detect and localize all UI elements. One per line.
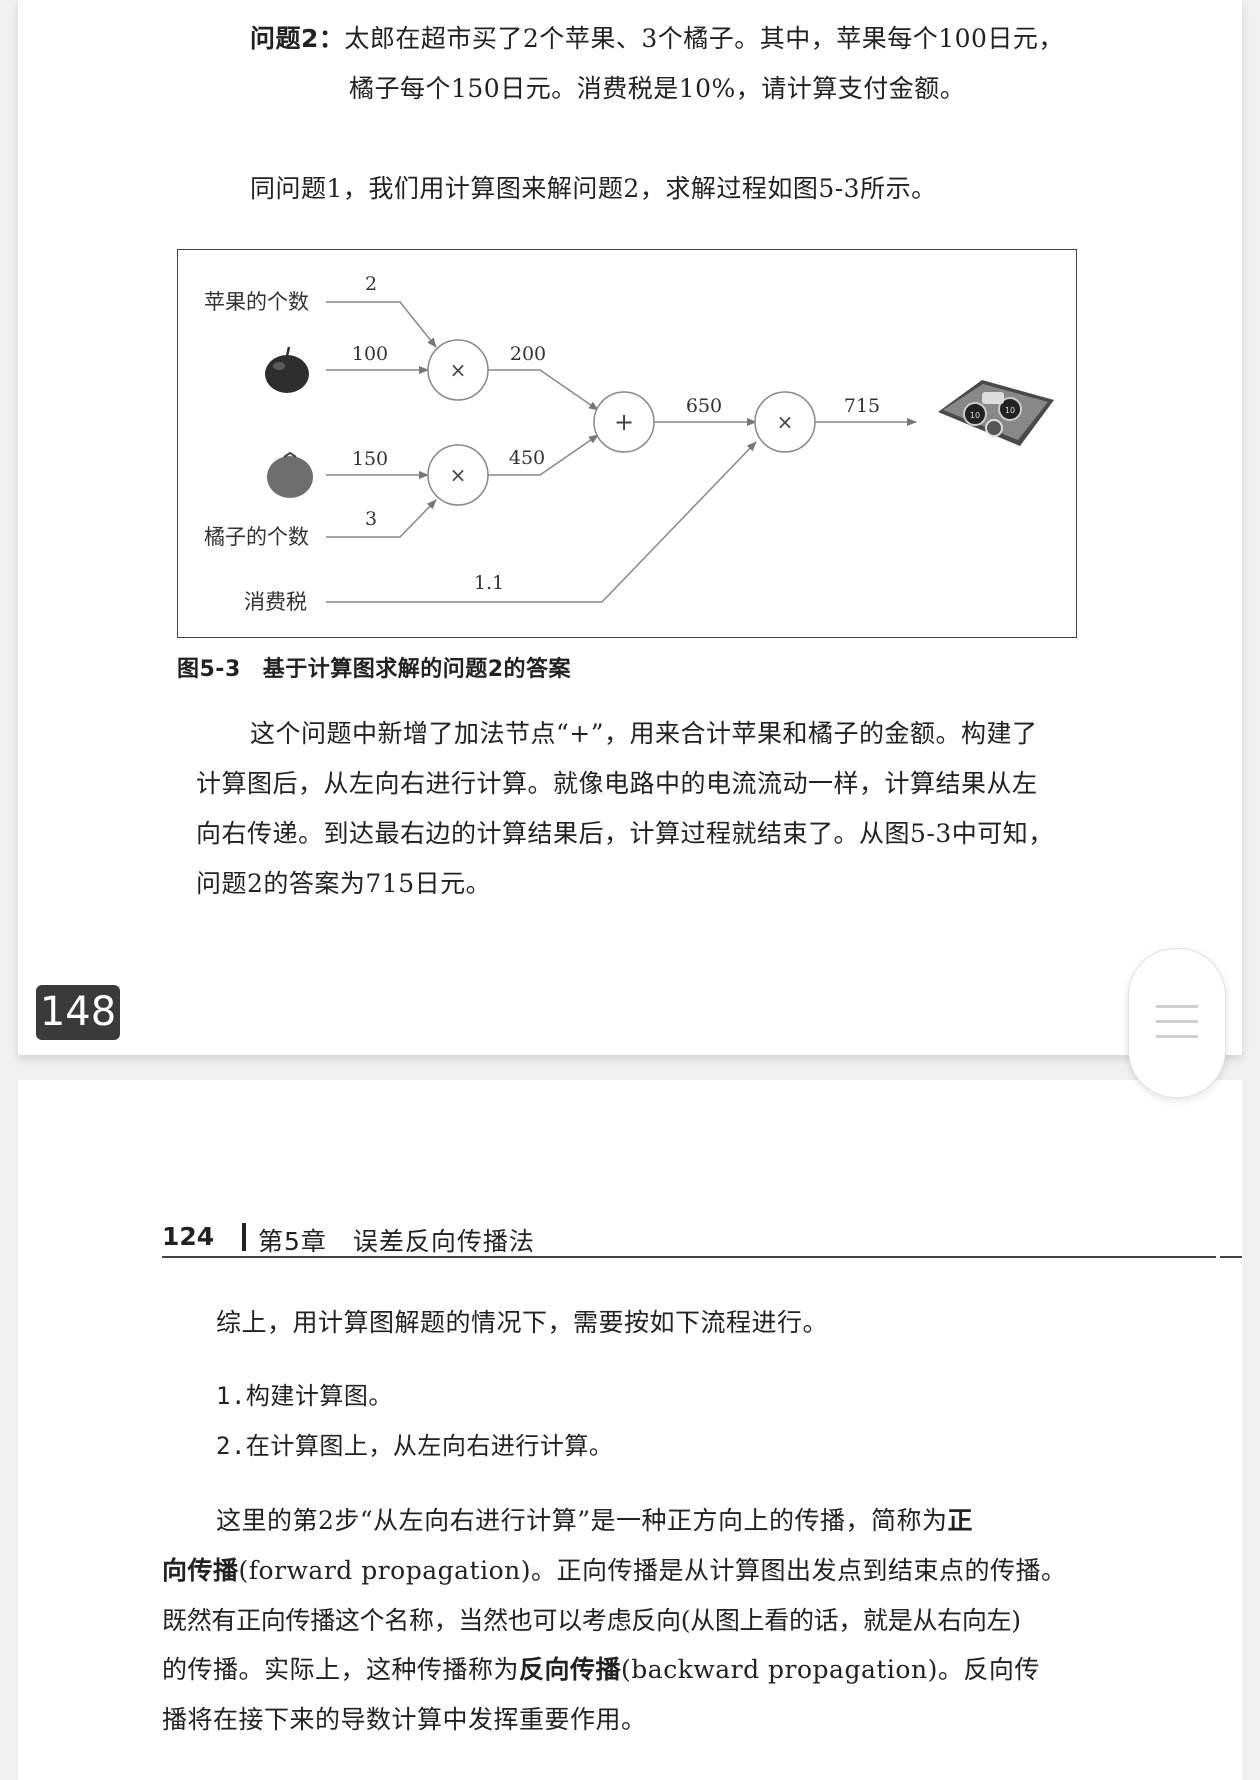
value-total: 715	[844, 395, 880, 417]
p1-line-5: 播将在接下来的导数计算中发挥重要作用。	[162, 1705, 647, 1734]
header-rule-end	[1220, 1256, 1242, 1258]
computational-graph-figure: × × + × 2 100 200 150 450 3 1.1 650 715 …	[177, 249, 1077, 638]
mul-symbol-3: ×	[777, 410, 794, 434]
header-chapter-title: 第5章 误差反向传播法	[258, 1227, 535, 1256]
summary-text: 综上，用计算图解题的情况下，需要按如下流程进行。	[216, 1308, 829, 1337]
header-rule	[162, 1256, 1216, 1258]
question-label: 问题2：	[250, 24, 345, 53]
menu-icon-bar	[1156, 1020, 1198, 1023]
p1-text-2: (forward propagation)。正向传播是从计算图出发点到结束点的传…	[238, 1556, 1067, 1585]
p1-text-4b: (backward propagation)。反向传	[621, 1655, 1040, 1684]
orange-icon	[267, 451, 313, 498]
question-text-1: 太郎在超市买了2个苹果、3个橘子。其中，苹果每个100日元，	[344, 24, 1064, 53]
value-orange-subtotal: 450	[509, 447, 545, 469]
computational-graph: × × + × 2 100 200 150 450 3 1.1 650 715 …	[204, 273, 1054, 614]
mul-symbol-1: ×	[450, 358, 467, 382]
label-orange-count: 橘子的个数	[204, 525, 309, 549]
menu-icon-bar	[1156, 1005, 1198, 1008]
caption-number: 图5-3	[177, 657, 241, 682]
page-number-badge[interactable]: 148	[36, 985, 120, 1040]
step-2: 2.在计算图上，从左向右进行计算。	[216, 1432, 614, 1460]
p1-bold-1: 正	[947, 1506, 973, 1535]
para-line-1: 这个问题中新增了加法节点“+”，用来合计苹果和橘子的金额。构建了	[250, 719, 1038, 748]
figure-caption: 图5-3 基于计算图求解的问题2的答案	[177, 651, 571, 683]
p1-bold-4: 反向传播	[519, 1655, 622, 1684]
value-apple-count: 2	[365, 273, 377, 295]
step-1: 1.构建计算图。	[216, 1382, 393, 1410]
caption-text: 基于计算图求解的问题2的答案	[262, 657, 572, 682]
p1-line-1: 这里的第2步“从左向右进行计算”是一种正方向上的传播，简称为正	[216, 1506, 973, 1536]
question-line-2: 橘子每个150日元。消费税是10%，请计算支付金额。	[349, 74, 966, 103]
label-apple-count: 苹果的个数	[204, 290, 309, 314]
running-header: 124 第5章 误差反向传播法	[162, 1222, 1224, 1258]
coin-tray-icon: 10 10	[938, 380, 1054, 446]
value-orange-price: 150	[352, 448, 388, 470]
menu-icon-bar	[1156, 1035, 1198, 1038]
question-line-1: 问题2：太郎在超市买了2个苹果、3个橘子。其中，苹果每个100日元，	[250, 24, 1064, 54]
p1-line-2: 向传播(forward propagation)。正向传播是从计算图出发点到结束…	[162, 1556, 1067, 1586]
edge-apple-count	[326, 301, 437, 348]
apple-icon	[265, 346, 309, 393]
menu-button[interactable]	[1128, 948, 1226, 1098]
value-apple-subtotal: 200	[510, 343, 546, 365]
header-separator	[242, 1223, 246, 1251]
value-orange-count: 3	[365, 508, 377, 530]
p1-text-1: 这里的第2步“从左向右进行计算”是一种正方向上的传播，简称为	[216, 1506, 948, 1535]
svg-text:10: 10	[970, 411, 980, 420]
mul-symbol-2: ×	[450, 463, 467, 487]
para-line-3: 向右传递。到达最右边的计算结果后，计算过程就结束了。从图5-3中可知，	[196, 819, 1054, 848]
value-apple-price: 100	[352, 343, 388, 365]
p1-line-4: 的传播。实际上，这种传播称为反向传播(backward propagation)…	[162, 1655, 1040, 1685]
para-line-2: 计算图后，从左向右进行计算。就像电路中的电流流动一样，计算结果从左	[196, 769, 1038, 798]
svg-text:10: 10	[1005, 406, 1015, 415]
p1-bold-2: 向传播	[162, 1556, 239, 1585]
para-line-4: 问题2的答案为715日元。	[196, 869, 492, 898]
p1-line-3: 既然有正向传播这个名称，当然也可以考虑反向(从图上看的话，就是从右向左)	[162, 1606, 1021, 1635]
add-symbol: +	[614, 408, 634, 436]
intro-text: 同问题1，我们用计算图来解问题2，求解过程如图5-3所示。	[250, 174, 937, 203]
value-sum: 650	[686, 395, 722, 417]
edge-orange-count	[326, 499, 437, 538]
header-page-number: 124	[162, 1222, 215, 1251]
edge-apple-subtotal	[488, 369, 599, 411]
value-tax: 1.1	[474, 572, 504, 594]
label-tax: 消费税	[244, 590, 307, 614]
p1-text-4a: 的传播。实际上，这种传播称为	[162, 1655, 520, 1684]
